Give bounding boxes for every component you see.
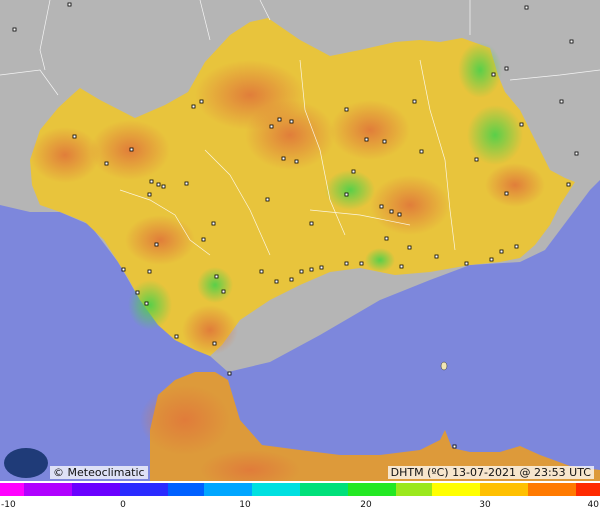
scale-swatch (300, 483, 313, 496)
scale-swatch (168, 483, 181, 496)
scale-tick-label: 0 (120, 500, 126, 510)
scale-swatch (180, 483, 193, 496)
scale-swatch (444, 483, 457, 496)
parameter-time-label: DHTM (ºC) 13-07-2021 @ 23:53 UTC (387, 466, 594, 479)
scale-swatch (480, 483, 493, 496)
scale-tick-label: -10 (1, 500, 16, 510)
scale-swatch (336, 483, 349, 496)
scale-swatch (588, 483, 600, 496)
parameter-label: DHTM (ºC) (390, 466, 449, 479)
timestamp-label: 13-07-2021 @ 23:53 UTC (452, 466, 591, 479)
map-canvas (0, 0, 600, 481)
scale-swatch (324, 483, 337, 496)
scale-swatch (132, 483, 145, 496)
scale-swatch (72, 483, 85, 496)
color-scale: -10 0 10 20 30 40 (0, 481, 600, 517)
scale-swatch (528, 483, 541, 496)
scale-swatch (348, 483, 361, 496)
scale-swatch (252, 483, 265, 496)
scale-swatch (420, 483, 433, 496)
scale-swatch (492, 483, 505, 496)
scale-swatch (108, 483, 121, 496)
scale-swatch (396, 483, 409, 496)
scale-swatch (468, 483, 481, 496)
scale-swatch (504, 483, 517, 496)
scale-swatch (204, 483, 217, 496)
scale-swatch (264, 483, 277, 496)
scale-swatch (228, 483, 241, 496)
scale-swatch (408, 483, 421, 496)
meteoclimatic-logo (4, 448, 48, 478)
scale-tick-label: 10 (239, 500, 251, 510)
scale-swatch (432, 483, 445, 496)
scale-swatch (60, 483, 73, 496)
scale-swatch (48, 483, 61, 496)
scale-swatch (0, 483, 13, 496)
scale-swatch (552, 483, 565, 496)
scale-swatch (276, 483, 289, 496)
scale-swatch (120, 483, 133, 496)
scale-tick-label: 40 (587, 500, 599, 510)
scale-swatch (12, 483, 25, 496)
scale-swatch (144, 483, 157, 496)
color-scale-bar (0, 483, 600, 496)
temperature-map (0, 0, 600, 481)
credit-label: © Meteoclimatic (50, 466, 148, 479)
scale-tick-label: 30 (479, 500, 491, 510)
scale-swatch (24, 483, 37, 496)
scale-swatch (372, 483, 385, 496)
scale-swatch (360, 483, 373, 496)
scale-swatch (312, 483, 325, 496)
scale-swatch (156, 483, 169, 496)
scale-swatch (516, 483, 529, 496)
scale-swatch (216, 483, 229, 496)
island-marker (440, 361, 448, 371)
scale-swatch (540, 483, 553, 496)
scale-swatch (96, 483, 109, 496)
scale-swatch (456, 483, 469, 496)
scale-swatch (564, 483, 577, 496)
scale-swatch (84, 483, 97, 496)
scale-swatch (240, 483, 253, 496)
scale-swatch (36, 483, 49, 496)
scale-tick-label: 20 (360, 500, 372, 510)
scale-swatch (384, 483, 397, 496)
scale-swatch (192, 483, 205, 496)
scale-swatch (576, 483, 589, 496)
scale-swatch (288, 483, 301, 496)
